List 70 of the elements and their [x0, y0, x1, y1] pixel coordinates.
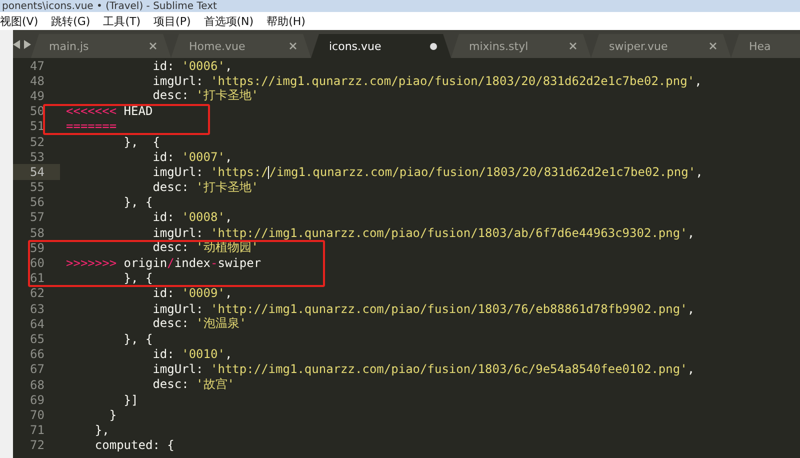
- line-number: 58: [30, 226, 46, 240]
- code-line: desc: '动植物园': [152, 240, 258, 256]
- close-icon[interactable]: [289, 42, 297, 50]
- line-number: 62: [30, 286, 46, 300]
- line-number: 49: [30, 88, 46, 103]
- line-number: 61: [30, 271, 46, 286]
- line-number: 60: [30, 256, 46, 270]
- line-number: 51: [30, 119, 46, 134]
- line-number: 56: [30, 195, 46, 210]
- editor-tab[interactable]: main.js: [31, 34, 171, 58]
- code-line: }, {: [122, 195, 153, 210]
- menu-item[interactable]: 视图(V): [0, 14, 38, 28]
- unsaved-dot-icon: [430, 42, 437, 50]
- code-line: desc: '故宫': [152, 376, 234, 394]
- menu-item[interactable]: 工具(T): [103, 14, 141, 28]
- code-line: <<<<<<< HEAD: [65, 104, 153, 118]
- line-number: 59: [30, 240, 46, 255]
- line-number: 64: [30, 316, 46, 331]
- line-number: 53: [30, 150, 46, 164]
- code-line: computed: {: [94, 438, 174, 452]
- line-number: 65: [30, 332, 46, 346]
- menu-item[interactable]: 首选项(N): [204, 14, 254, 28]
- code-line: id: '0007',: [152, 150, 232, 164]
- code-line: imgUrl: 'http://img1.qunarzz.com/piao/fusion/1803/76/eb88861d78fb9902.png',: [152, 302, 695, 316]
- code-line: desc: '泡温泉': [152, 316, 246, 332]
- code-line: desc: '打卡圣地': [152, 88, 258, 104]
- code-line: imgUrl: 'http://img1.qunarzz.com/piao/fusion/1803/6c/9e54a8540fee0102.png',: [152, 362, 695, 376]
- line-number: 63: [30, 302, 46, 316]
- code-line: imgUrl: 'https://img1.qunarzz.com/piao/fusion/1803/20/831d62d2e1c7be02.png',: [152, 74, 702, 88]
- code-line: }, {: [122, 332, 153, 346]
- line-number: 69: [30, 392, 46, 407]
- editor-tab[interactable]: swiper.vue: [591, 34, 731, 58]
- line-number: 72: [30, 438, 46, 452]
- code-line: id: '0009',: [152, 286, 232, 300]
- menu-item[interactable]: 跳转(G): [51, 14, 90, 28]
- line-number: 47: [30, 58, 46, 73]
- line-number: 55: [30, 180, 46, 194]
- editor-tab[interactable]: mixins.styl: [451, 34, 591, 58]
- code-line: id: '0006',: [152, 58, 232, 73]
- code-line: },: [94, 423, 110, 438]
- code-line: }, {: [122, 134, 160, 149]
- code-line: >>>>>>> origin/index-swiper: [65, 256, 262, 270]
- editor-tab[interactable]: Home.vue: [171, 34, 311, 58]
- line-number: 71: [30, 423, 46, 438]
- menu-item[interactable]: 帮助(H): [266, 14, 306, 28]
- code-line: desc: '打卡圣地': [152, 179, 258, 196]
- line-number: 67: [30, 362, 46, 376]
- code-line: id: '0008',: [152, 210, 232, 224]
- code-line: }: [108, 408, 117, 422]
- line-number: 70: [30, 408, 46, 422]
- close-icon[interactable]: [569, 42, 577, 50]
- line-number: 68: [30, 378, 46, 392]
- tab-scroll-arrows-icon[interactable]: [13, 40, 31, 48]
- window-title: ponents\icons.vue • (Travel) - Sublime Text: [2, 0, 217, 12]
- code-line: =======: [65, 119, 117, 134]
- close-icon[interactable]: [149, 42, 157, 50]
- line-number: 54: [30, 164, 46, 179]
- editor-tab[interactable]: Hea: [731, 34, 800, 58]
- menu-item[interactable]: 项目(P): [154, 14, 191, 28]
- code-line: id: '0010',: [152, 347, 232, 362]
- code-line: imgUrl: 'https://img1.qunarzz.com/piao/fusion/1803/20/831d62d2e1c7be02.png',: [152, 164, 703, 180]
- code-line: }]: [122, 392, 138, 407]
- line-number: 57: [30, 210, 46, 224]
- editor-tab[interactable]: icons.vue: [311, 34, 451, 58]
- line-number: 48: [30, 74, 46, 88]
- code-line: }, {: [122, 271, 153, 286]
- line-number: 52: [30, 134, 46, 149]
- code-line: imgUrl: 'http://img1.qunarzz.com/piao/fusion/1803/ab/6f7d6e44963c9302.png',: [152, 226, 695, 240]
- line-number: 66: [30, 347, 46, 362]
- close-icon[interactable]: [709, 42, 717, 50]
